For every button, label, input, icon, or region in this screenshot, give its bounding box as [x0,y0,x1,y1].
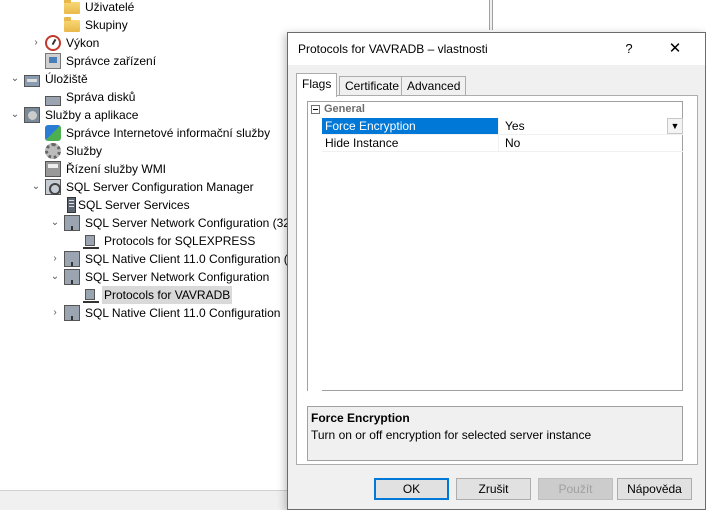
native-client-icon [64,251,80,267]
pane-splitter[interactable] [489,0,493,30]
tree-item-sluzby[interactable]: Služby [29,142,104,160]
iis-icon [45,125,61,141]
tree-item-label: Služby [66,144,103,158]
tree-item-label: SQL Server Services [78,198,190,212]
dialog-title: Protocols for VAVRADB – vlastnosti [298,42,488,56]
tree-item-label: SQL Server Network Configuration [85,270,270,284]
tree-item-native-client-32[interactable]: › SQL Native Client 11.0 Configuration (… [48,250,296,268]
collapse-chevron-icon[interactable]: ⌄ [8,106,22,124]
performance-icon [45,35,61,51]
tree-item-uloziste[interactable]: ⌄ Úložiště [8,70,90,88]
help-button[interactable]: Nápověda [617,478,692,500]
category-row: General [308,102,682,118]
network-config-icon [64,215,80,231]
tree-item-uzivatele[interactable]: Uživatelé [48,0,136,16]
property-name: Hide Instance [322,135,499,151]
tree-item-label: Úložiště [45,72,88,86]
ok-button[interactable]: OK [374,478,449,500]
disk-icon [45,96,61,106]
gear-icon [45,143,61,159]
cancel-button[interactable]: Zrušit [456,478,531,500]
tree-item-label: SQL Native Client 11.0 Configuration (3 [85,252,295,266]
tree-item-label: Správce Internetové informační služby [66,126,271,140]
tree-item-sql-server-services[interactable]: SQL Server Services [48,196,192,214]
sql-config-manager-icon [45,179,61,195]
tree-item-label: Správa disků [66,90,136,104]
tree-item-label: Uživatelé [85,0,135,14]
property-name: Force Encryption [322,118,499,134]
category-label: General [324,103,365,115]
tree-item-label: Protocols for SQLEXPRESS [104,234,256,248]
tree-item-sql-config-manager[interactable]: ⌄ SQL Server Configuration Manager [29,178,256,196]
tab-panel: General Force Encryption Yes ▼ Hide Inst… [296,95,698,465]
grid-left-gutter [308,118,322,391]
tree-item-iis[interactable]: Správce Internetové informační služby [29,124,272,142]
tab-flags[interactable]: Flags [296,73,338,97]
collapse-box-icon[interactable] [311,105,320,114]
property-row-force-encryption[interactable]: Force Encryption Yes ▼ [322,118,683,135]
dropdown-arrow-icon[interactable]: ▼ [667,118,683,134]
storage-icon [24,75,40,87]
dialog-titlebar[interactable]: Protocols for VAVRADB – vlastnosti ? ✕ [288,33,705,65]
property-value: Yes [505,119,525,133]
device-manager-icon [45,53,61,69]
tree-item-label: SQL Server Configuration Manager [66,180,254,194]
help-icon[interactable]: ? [614,38,644,60]
property-value-dropdown[interactable]: Yes ▼ [502,118,683,134]
folder-icon [64,0,80,14]
property-value[interactable]: No [502,135,683,151]
tab-certificate[interactable]: Certificate [339,76,406,96]
tree-item-label: Řízení služby WMI [66,162,167,176]
tree-item-sprava-disku[interactable]: Správa disků [29,88,137,106]
apply-button[interactable]: Použít [538,478,613,500]
expand-chevron-icon[interactable]: › [29,34,43,52]
property-grid[interactable]: General Force Encryption Yes ▼ Hide Inst… [307,101,683,391]
tree-item-label: Výkon [66,36,100,50]
tree-item-wmi[interactable]: Řízení služby WMI [29,160,168,178]
tree-item-skupiny[interactable]: Skupiny [48,16,130,34]
description-panel: Force Encryption Turn on or off encrypti… [307,406,683,461]
collapse-chevron-icon[interactable]: ⌄ [29,178,43,196]
expand-chevron-icon[interactable]: › [48,250,62,268]
collapse-chevron-icon[interactable]: ⌄ [48,268,62,286]
description-text: Turn on or off encryption for selected s… [311,428,592,442]
wmi-icon [45,161,61,177]
tree-item-network-config-32[interactable]: ⌄ SQL Server Network Configuration (32 [48,214,292,232]
tree-item-native-client[interactable]: › SQL Native Client 11.0 Configuration [48,304,282,322]
tree-item-spravce-zarizeni[interactable]: Správce zařízení [29,52,158,70]
collapse-chevron-icon[interactable]: ⌄ [8,70,22,88]
native-client-icon [64,305,80,321]
properties-dialog: Protocols for VAVRADB – vlastnosti ? ✕ F… [287,32,706,510]
server-icon [67,197,76,213]
tree-item-vykon[interactable]: › Výkon [29,34,101,52]
protocols-icon [83,287,99,303]
folder-icon [64,17,80,32]
tree-item-network-config[interactable]: ⌄ SQL Server Network Configuration [48,268,271,286]
description-title: Force Encryption [311,411,410,425]
tree-item-label: SQL Server Network Configuration (32 [85,216,290,230]
tab-advanced[interactable]: Advanced [401,76,467,96]
tree-item-label: Správce zařízení [66,54,157,68]
collapse-chevron-icon[interactable]: ⌄ [48,214,62,232]
tree-item-protocols-sqlexpress[interactable]: Protocols for SQLEXPRESS [67,232,257,250]
tree-item-sluzby-a-aplikace[interactable]: ⌄ Služby a aplikace [8,106,140,124]
expand-chevron-icon[interactable]: › [48,304,62,322]
tree-item-label: SQL Native Client 11.0 Configuration [85,306,281,320]
tree-item-protocols-vavradb[interactable]: Protocols for VAVRADB [67,286,233,304]
property-row-hide-instance[interactable]: Hide Instance No [322,135,683,152]
tree-item-label: Protocols for VAVRADB [102,286,233,304]
services-apps-icon [24,107,40,123]
network-config-icon [64,269,80,285]
tree-item-label: Skupiny [85,18,128,32]
tree-item-label: Služby a aplikace [45,108,139,122]
protocols-icon [83,233,99,249]
close-icon[interactable]: ✕ [660,38,690,60]
